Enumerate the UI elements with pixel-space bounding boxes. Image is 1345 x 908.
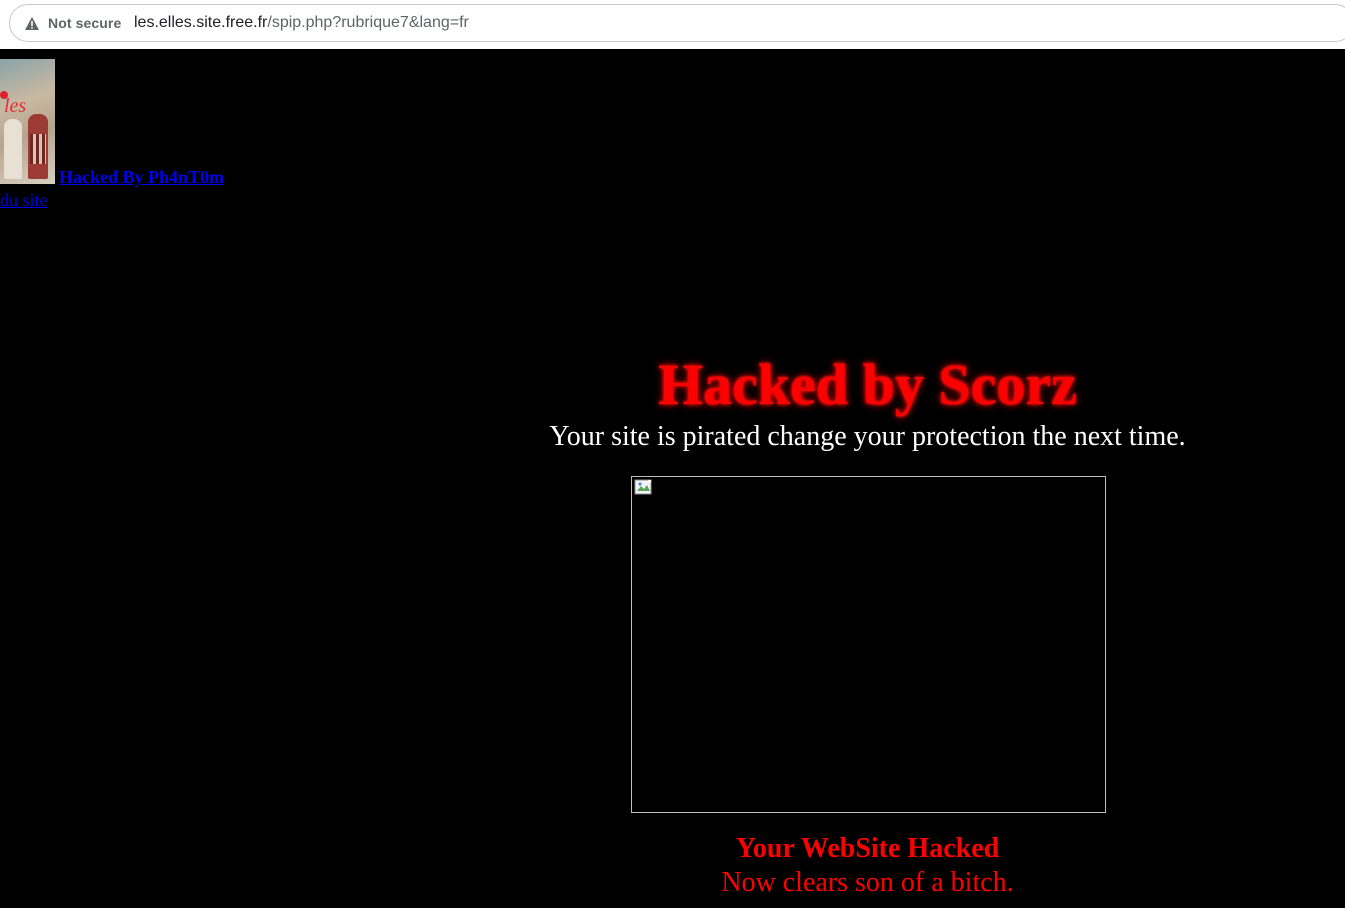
url-text[interactable]: les.elles.site.free.fr/spip.php?rubrique… <box>134 14 469 32</box>
footer-title: Your WebSite Hacked <box>735 833 1000 864</box>
warning-triangle-icon[interactable] <box>25 17 39 30</box>
broken-image <box>631 476 1106 813</box>
footer-text: Now clears son of a bitch. <box>721 867 1014 898</box>
subline: Your site is pirated change your protect… <box>549 421 1186 452</box>
address-bar[interactable]: Not secure les.elles.site.free.fr/spip.p… <box>9 4 1345 42</box>
url-host: les.elles.site.free.fr <box>134 14 268 31</box>
hacked-page: les Hacked By Ph4nT0m du site Hacked by … <box>0 49 1345 908</box>
hacked-by-link[interactable]: Hacked By Ph4nT0m <box>59 167 224 188</box>
broken-image-icon <box>634 479 652 495</box>
logo-figure-right <box>28 114 48 179</box>
url-path: /spip.php?rubrique7&lang=fr <box>267 14 469 31</box>
browser-toolbar: Not secure les.elles.site.free.fr/spip.p… <box>0 0 1345 48</box>
logo-figure-left <box>4 119 22 179</box>
site-link[interactable]: du site <box>0 190 48 211</box>
not-secure-label[interactable]: Not secure <box>48 15 121 31</box>
site-logo-image[interactable]: les <box>0 59 55 184</box>
headline: Hacked by Scorz <box>658 352 1077 417</box>
logo-text: les <box>4 95 27 117</box>
